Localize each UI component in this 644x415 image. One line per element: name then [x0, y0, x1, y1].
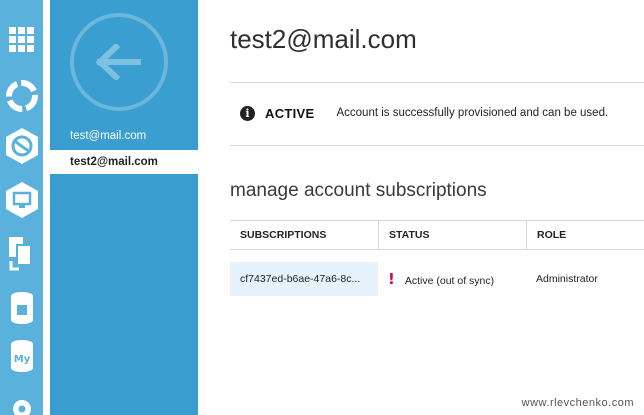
- status-bar: i ACTIVE Account is successfully provisi…: [230, 100, 608, 126]
- back-button[interactable]: [70, 13, 168, 111]
- account-item-test2[interactable]: test2@mail.com: [50, 150, 198, 174]
- status-message: Account is successfully provisioned and …: [336, 107, 609, 119]
- grid-icon[interactable]: [0, 20, 43, 60]
- role-cell: Administrator: [536, 273, 598, 285]
- page-title: test2@mail.com: [230, 24, 417, 54]
- database-transfer-icon[interactable]: [0, 234, 43, 274]
- section-title: manage account subscriptions: [230, 180, 487, 201]
- sql-database-icon[interactable]: [0, 288, 43, 328]
- status-badge: ACTIVE: [265, 105, 315, 121]
- column-header-status[interactable]: STATUS: [378, 221, 526, 250]
- column-header-subscriptions[interactable]: SUBSCRIPTIONS: [230, 221, 378, 250]
- status-cell: ! Active (out of sync): [378, 262, 526, 296]
- rail-separator: [43, 0, 50, 415]
- svg-text:My: My: [13, 354, 30, 365]
- mysql-database-icon[interactable]: My: [0, 336, 43, 376]
- refresh-icon[interactable]: [0, 76, 43, 116]
- column-header-role[interactable]: ROLE: [526, 221, 644, 250]
- globe-icon[interactable]: [0, 126, 43, 166]
- info-icon: i: [240, 105, 255, 121]
- subscriptions-table: SUBSCRIPTIONS STATUS ROLE cf7437ed-b6ae-…: [230, 220, 644, 296]
- table-header: SUBSCRIPTIONS STATUS ROLE: [230, 220, 644, 250]
- account-panel: test@mail.com test2@mail.com: [50, 0, 198, 415]
- warning-icon: !: [388, 270, 395, 288]
- status-cell-text: Active (out of sync): [404, 275, 495, 287]
- table-row[interactable]: cf7437ed-b6ae-47a6-8c... ! Active (out of…: [230, 262, 644, 296]
- status-divider: [230, 145, 644, 146]
- account-item-test[interactable]: test@mail.com: [50, 124, 198, 148]
- title-divider: [230, 82, 644, 83]
- left-icon-rail: My: [0, 0, 43, 415]
- settings-icon[interactable]: [0, 384, 43, 415]
- subscription-id-cell[interactable]: cf7437ed-b6ae-47a6-8c...: [230, 262, 378, 296]
- arrow-left-icon: [96, 44, 141, 80]
- watermark: www.rlevchenko.com: [521, 397, 634, 409]
- main-content: test2@mail.com i ACTIVE Account is succe…: [198, 0, 644, 415]
- monitor-icon[interactable]: [0, 180, 43, 220]
